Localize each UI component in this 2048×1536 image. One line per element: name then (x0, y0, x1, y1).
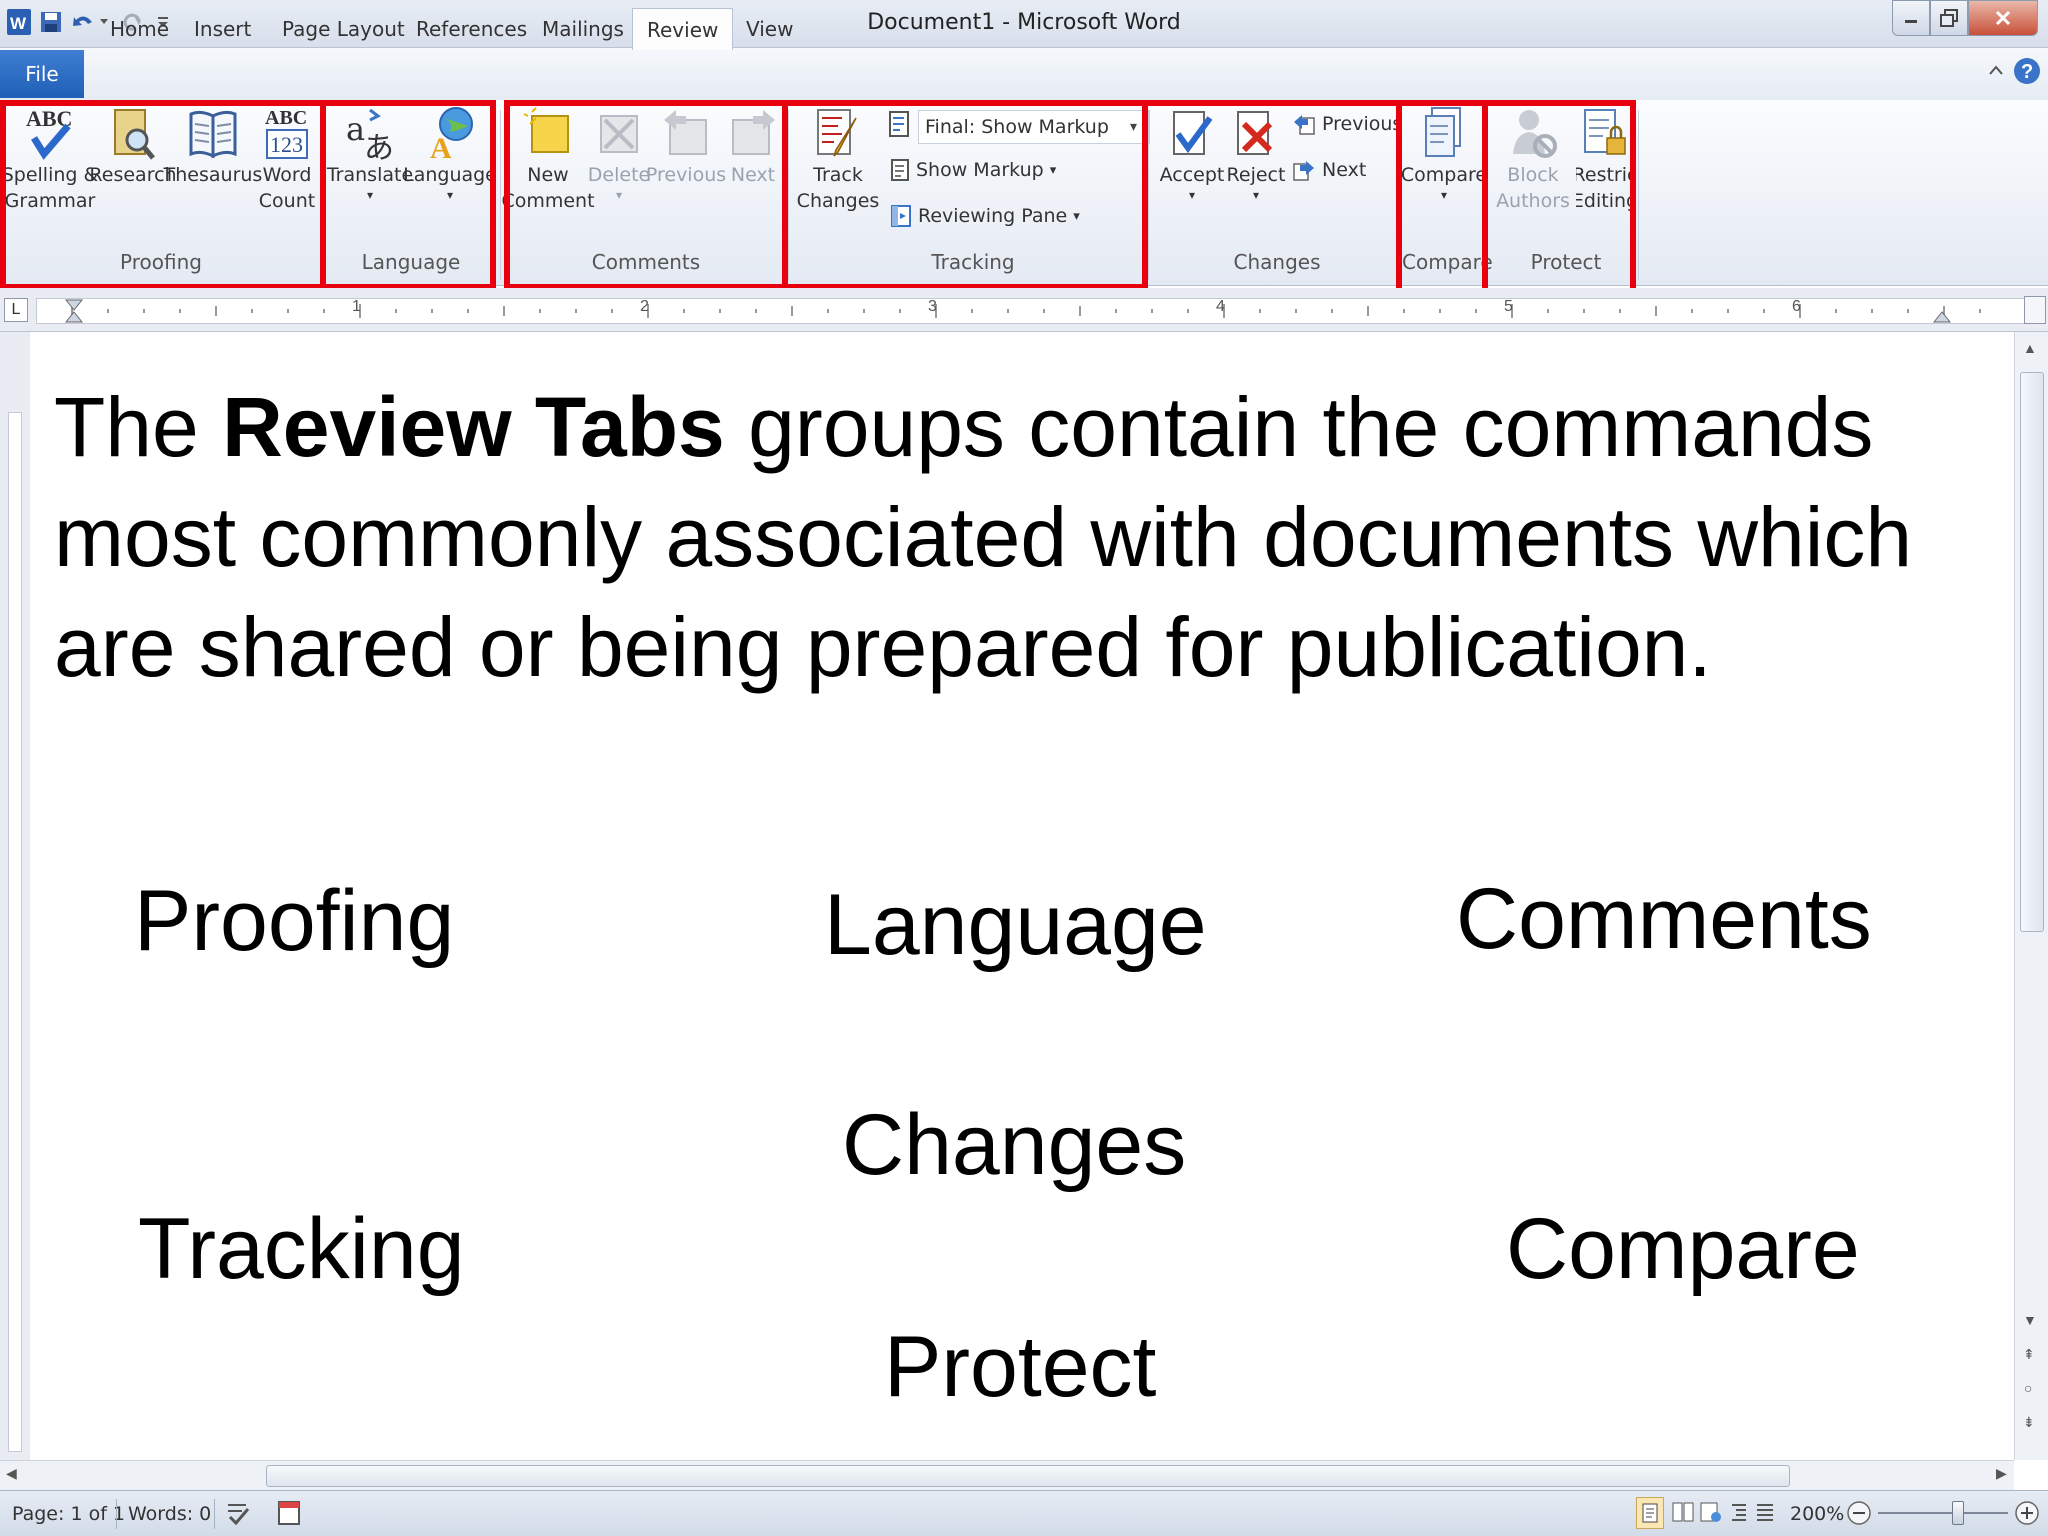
zoom-in-icon[interactable] (2014, 1500, 2040, 1531)
help-icon[interactable]: ? (2012, 56, 2042, 91)
ribbon-tab-bar (0, 48, 2048, 100)
tab-mailings[interactable]: Mailings (528, 8, 638, 50)
vertical-ruler (0, 332, 30, 1460)
proofing-status-icon[interactable] (224, 1499, 252, 1532)
group-separator (1638, 110, 1639, 280)
word-language: Language (824, 877, 1207, 973)
word-compare: Compare (1506, 1201, 1860, 1297)
horizontal-scrollbar[interactable]: ◀ ▶ (0, 1460, 2014, 1490)
ruler-number: 1 (352, 298, 361, 315)
minimize-button[interactable] (1892, 0, 1930, 36)
tab-review[interactable]: Review (632, 8, 734, 50)
scroll-left-icon[interactable]: ◀ (6, 1465, 17, 1482)
full-screen-reading-view-icon[interactable] (1672, 1501, 1694, 1528)
tab-page-layout[interactable]: Page Layout (268, 8, 419, 50)
close-icon (1995, 10, 2011, 26)
restore-button[interactable] (1930, 0, 1968, 36)
minimize-ribbon-icon[interactable] (1988, 62, 2004, 83)
highlight-box-proofing (0, 100, 326, 290)
tab-selector-icon[interactable]: L (4, 298, 28, 322)
word-proofing: Proofing (134, 873, 455, 969)
scroll-right-icon[interactable]: ▶ (1996, 1465, 2007, 1482)
word-tracking: Tracking (138, 1201, 465, 1297)
status-divider (116, 1499, 117, 1529)
zoom-out-icon[interactable] (1846, 1500, 1872, 1531)
view-ruler-icon[interactable] (2024, 296, 2046, 324)
word-count-status[interactable]: Words: 0 (128, 1503, 211, 1525)
vertical-scrollbar[interactable]: ▲ ▼ ⇞ ○ ⇟ (2014, 332, 2048, 1460)
ruler-number: 6 (1792, 298, 1801, 315)
word-changes: Changes (842, 1097, 1187, 1193)
intro-paragraph: The Review Tabs groups contain the comma… (54, 372, 1994, 702)
tab-file[interactable]: File (0, 50, 84, 98)
ruler-ticks (64, 299, 1981, 323)
draft-view-icon[interactable] (1754, 1501, 1776, 1528)
tab-references[interactable]: References (402, 8, 541, 50)
tab-insert[interactable]: Insert (180, 8, 265, 50)
status-divider (214, 1499, 215, 1529)
scroll-thumb[interactable] (2020, 372, 2044, 932)
previous-page-icon[interactable]: ⇞ (2023, 1346, 2035, 1363)
zoom-slider-track[interactable] (1878, 1512, 2008, 1514)
word-comments: Comments (1456, 871, 1872, 967)
horizontal-ruler[interactable]: L 1 2 3 4 5 6 (0, 288, 2048, 332)
browse-object-icon[interactable]: ○ (2024, 1380, 2032, 1396)
scroll-down-icon[interactable]: ▼ (2023, 1312, 2037, 1328)
close-button[interactable] (1968, 0, 2038, 36)
ruler-number: 2 (640, 298, 649, 315)
highlight-box-compare (1396, 100, 1488, 294)
svg-text:?: ? (2021, 61, 2033, 83)
status-bar: Page: 1 of 1 Words: 0 200% (0, 1490, 2048, 1536)
highlight-box-protect (1482, 100, 1636, 294)
horizontal-scroll-thumb[interactable] (266, 1465, 1790, 1487)
tab-view[interactable]: View (732, 8, 807, 50)
ruler-number: 3 (928, 298, 937, 315)
print-layout-view-icon[interactable] (1636, 1497, 1664, 1529)
tab-home[interactable]: Home (96, 8, 183, 50)
intro-the: The (54, 380, 199, 474)
ruler-number: 4 (1216, 298, 1225, 315)
highlight-box-comments (504, 100, 788, 290)
scroll-up-icon[interactable]: ▲ (2023, 340, 2037, 356)
page-count[interactable]: Page: 1 of 1 (12, 1503, 125, 1525)
zoom-level[interactable]: 200% (1790, 1503, 1844, 1525)
vertical-ruler-track (8, 412, 22, 1452)
highlight-box-changes (1142, 100, 1402, 294)
outline-view-icon[interactable] (1728, 1501, 1750, 1528)
highlight-box-tracking (782, 100, 1148, 290)
web-layout-view-icon[interactable] (1700, 1501, 1722, 1528)
next-page-icon[interactable]: ⇟ (2023, 1414, 2035, 1431)
highlight-box-language (320, 100, 496, 290)
word-protect: Protect (884, 1319, 1157, 1415)
macro-recording-icon[interactable] (276, 1499, 302, 1532)
ruler-number: 5 (1504, 298, 1513, 315)
intro-bold: Review Tabs (222, 380, 725, 474)
zoom-slider-thumb[interactable] (1952, 1501, 1964, 1525)
